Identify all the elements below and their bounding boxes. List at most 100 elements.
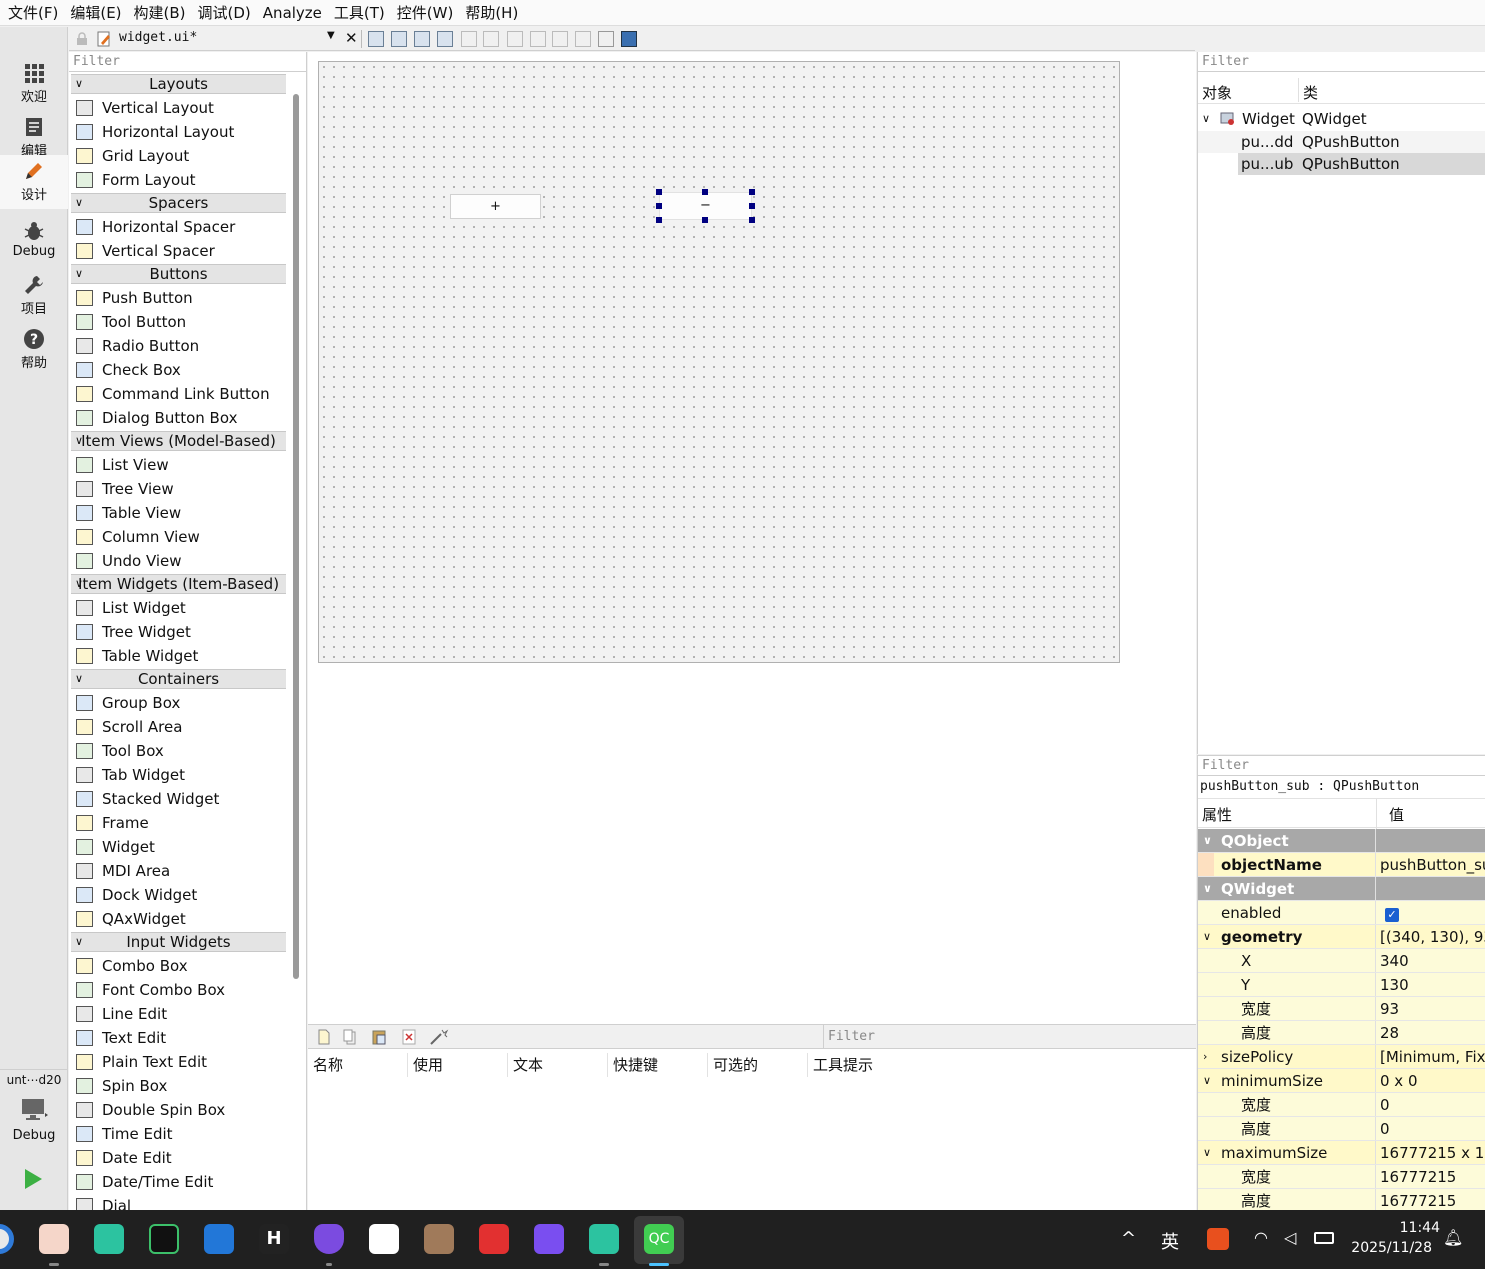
new-action-icon[interactable] bbox=[316, 1029, 332, 1045]
widget-filter-input[interactable]: Filter bbox=[69, 52, 306, 72]
widget-item[interactable]: Check Box bbox=[71, 358, 286, 382]
paste-action-icon[interactable] bbox=[371, 1029, 387, 1045]
widget-item[interactable]: Tab Widget bbox=[71, 763, 286, 787]
property-value-cell[interactable]: pushButton_sub bbox=[1380, 853, 1485, 876]
battery-icon[interactable] bbox=[1314, 1232, 1334, 1244]
chevron-down-icon[interactable]: ▼ bbox=[327, 30, 335, 41]
widget-category-header[interactable]: ∨ Buttons bbox=[71, 264, 286, 284]
edit-signals-icon[interactable] bbox=[391, 31, 407, 47]
column-header-checkable[interactable]: 可选的 bbox=[708, 1053, 808, 1077]
selection-handle[interactable] bbox=[749, 217, 755, 223]
monitor-icon[interactable] bbox=[20, 1097, 48, 1123]
chevron-down-icon[interactable]: ∨ bbox=[75, 194, 83, 212]
widget-category-header[interactable]: ∨ Item Widgets (Item-Based) bbox=[71, 574, 286, 594]
widget-item[interactable]: Vertical Layout bbox=[71, 96, 286, 120]
volume-icon[interactable]: ◁ bbox=[1284, 1228, 1296, 1247]
column-header-name[interactable]: 名称 bbox=[308, 1053, 408, 1077]
layout-vertical-icon[interactable] bbox=[483, 31, 499, 47]
widget-item[interactable]: Line Edit bbox=[71, 1002, 286, 1026]
vscode-app-icon[interactable] bbox=[204, 1224, 234, 1254]
widget-item[interactable]: Horizontal Spacer bbox=[71, 215, 286, 239]
sogou-icon[interactable] bbox=[1207, 1228, 1229, 1250]
object-row-widget[interactable]: ∨ Widget QWidget bbox=[1198, 108, 1485, 130]
ime-indicator[interactable]: 英 bbox=[1161, 1228, 1179, 1254]
selection-handle[interactable] bbox=[749, 189, 755, 195]
column-header-used[interactable]: 使用 bbox=[408, 1053, 508, 1077]
selection-handle[interactable] bbox=[656, 203, 662, 209]
widget-item[interactable]: QAxWidget bbox=[71, 907, 286, 931]
edit-widgets-icon[interactable] bbox=[368, 31, 384, 47]
layout-splitter-v-icon[interactable] bbox=[530, 31, 546, 47]
chevron-down-icon[interactable]: ∨ bbox=[75, 933, 83, 951]
property-row[interactable]: 高度 28 bbox=[1198, 1021, 1485, 1045]
widget-item[interactable]: Scroll Area bbox=[71, 715, 286, 739]
layout-grid-icon[interactable] bbox=[575, 31, 591, 47]
mode-design[interactable]: 设计 bbox=[0, 155, 68, 209]
chevron-down-icon[interactable]: ∨ bbox=[75, 265, 83, 283]
widget-item[interactable]: Radio Button bbox=[71, 334, 286, 358]
property-value-cell[interactable]: 16777215 bbox=[1380, 1165, 1485, 1188]
chevron-down-icon[interactable]: ∨ bbox=[75, 432, 83, 450]
selection-handle[interactable] bbox=[749, 203, 755, 209]
property-row[interactable]: 高度 0 bbox=[1198, 1117, 1485, 1141]
column-header-object[interactable]: 对象 bbox=[1202, 82, 1232, 103]
property-filter-input[interactable]: Filter bbox=[1198, 756, 1485, 776]
avatar-app-icon[interactable] bbox=[39, 1224, 69, 1254]
widget-box-scrollbar[interactable] bbox=[293, 94, 299, 979]
obsidian-app-icon[interactable] bbox=[314, 1224, 344, 1254]
column-header-property[interactable]: 属性 bbox=[1202, 804, 1232, 825]
wifi-icon[interactable]: ◠ bbox=[1254, 1228, 1268, 1247]
cat-app-icon[interactable] bbox=[424, 1224, 454, 1254]
object-row-pushbutton-sub[interactable]: pu...ub QPushButton bbox=[1238, 153, 1485, 175]
widget-item[interactable]: Date/Time Edit bbox=[71, 1170, 286, 1194]
property-row[interactable]: 宽度 16777215 bbox=[1198, 1165, 1485, 1189]
widget-item[interactable]: Column View bbox=[71, 525, 286, 549]
widget-item[interactable]: Date Edit bbox=[71, 1146, 286, 1170]
widget-item[interactable]: Time Edit bbox=[71, 1122, 286, 1146]
widget-item[interactable]: Double Spin Box bbox=[71, 1098, 286, 1122]
action-filter-input[interactable]: Filter bbox=[824, 1027, 1196, 1047]
break-layout-icon[interactable] bbox=[598, 31, 614, 47]
notification-icon[interactable]: 🔔︎ bbox=[1443, 1228, 1463, 1247]
property-value-cell[interactable]: 0 bbox=[1380, 1117, 1485, 1140]
mode-welcome[interactable]: 欢迎 bbox=[0, 57, 68, 109]
object-filter-input[interactable]: Filter bbox=[1198, 52, 1485, 72]
mode-debug[interactable]: Debug bbox=[0, 215, 68, 267]
widget-item[interactable]: Command Link Button bbox=[71, 382, 286, 406]
chevron-down-icon[interactable]: ∨ bbox=[1203, 829, 1212, 852]
selection-handle[interactable] bbox=[656, 217, 662, 223]
widget-item[interactable]: Group Box bbox=[71, 691, 286, 715]
widget-item[interactable]: Dial bbox=[71, 1194, 286, 1210]
property-row[interactable]: ∨ geometry [(340, 130), 93 x 28] bbox=[1198, 925, 1485, 949]
menu-help[interactable]: 帮助(H) bbox=[459, 0, 524, 26]
column-header-text[interactable]: 文本 bbox=[508, 1053, 608, 1077]
chevron-down-icon[interactable]: ∨ bbox=[75, 670, 83, 688]
object-row-pushbutton-add[interactable]: pu...dd QPushButton bbox=[1198, 131, 1485, 153]
selection-handle[interactable] bbox=[656, 189, 662, 195]
push-button-add[interactable]: + bbox=[450, 194, 541, 219]
chevron-down-icon[interactable]: ∨ bbox=[1202, 108, 1210, 130]
column-header-tooltip[interactable]: 工具提示 bbox=[808, 1053, 928, 1077]
property-value-cell[interactable]: 0 bbox=[1380, 1093, 1485, 1116]
column-header-value[interactable]: 值 bbox=[1389, 804, 1404, 825]
widget-item[interactable]: Form Layout bbox=[71, 168, 286, 192]
property-row[interactable]: objectName pushButton_sub bbox=[1198, 853, 1485, 877]
bit-app-icon-2[interactable] bbox=[589, 1224, 619, 1254]
widget-item[interactable]: List View bbox=[71, 453, 286, 477]
butterfly-app-icon[interactable] bbox=[369, 1224, 399, 1254]
column-header-class[interactable]: 类 bbox=[1303, 82, 1318, 103]
selection-handle[interactable] bbox=[702, 189, 708, 195]
menu-build[interactable]: 构建(B) bbox=[128, 0, 192, 26]
widget-item[interactable]: Dock Widget bbox=[71, 883, 286, 907]
widget-item[interactable]: Text Edit bbox=[71, 1026, 286, 1050]
property-value-cell[interactable]: [(340, 130), 93 x 28] bbox=[1380, 925, 1485, 948]
menu-edit[interactable]: 编辑(E) bbox=[64, 0, 127, 26]
widget-item[interactable]: Push Button bbox=[71, 286, 286, 310]
open-file-name[interactable]: widget.ui* bbox=[119, 30, 197, 45]
terminal-app-icon[interactable] bbox=[149, 1224, 179, 1254]
chrome-app-icon[interactable] bbox=[0, 1224, 14, 1254]
menu-tools[interactable]: 工具(T) bbox=[328, 0, 391, 26]
run-icon[interactable] bbox=[22, 1167, 44, 1191]
copy-action-icon[interactable] bbox=[342, 1029, 358, 1045]
bit-app-icon[interactable] bbox=[94, 1224, 124, 1254]
